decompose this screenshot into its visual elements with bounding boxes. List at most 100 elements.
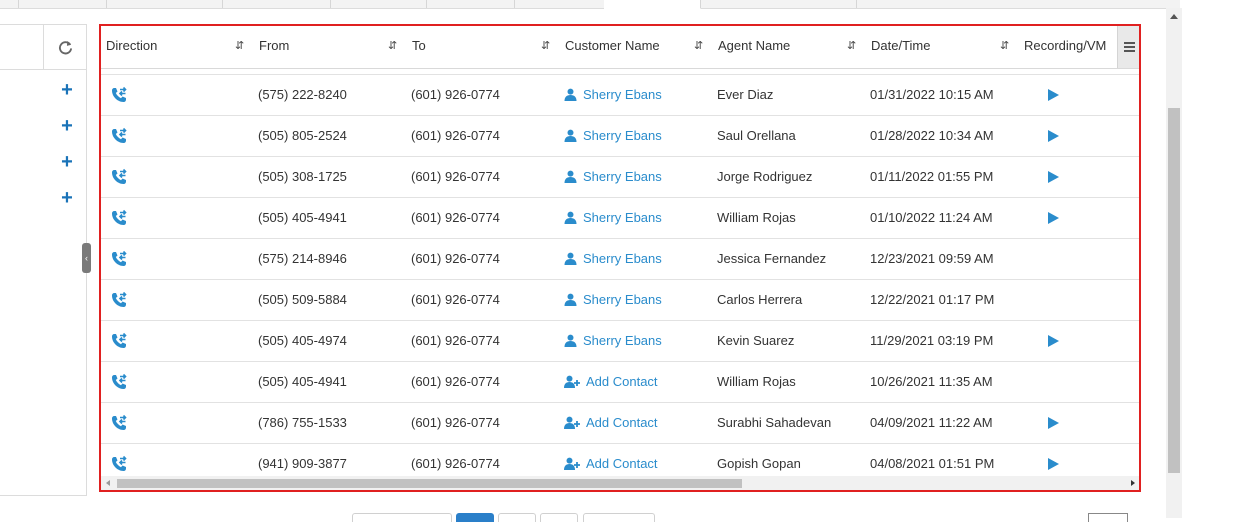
sort-icon[interactable]: ⇵ xyxy=(388,26,397,66)
tab-active[interactable] xyxy=(604,0,701,9)
column-header-agent-name[interactable]: Agent Name ⇵ xyxy=(713,26,866,68)
column-header-direction[interactable]: Direction ⇵ xyxy=(101,26,254,68)
agent-name-cell: Jessica Fernandez xyxy=(717,251,827,266)
to-cell: (601) 926-0774 xyxy=(411,210,500,225)
date-time-cell: 12/23/2021 09:59 AM xyxy=(870,251,994,266)
play-recording-icon[interactable] xyxy=(1048,212,1059,224)
table-row[interactable]: (505) 405-4941 (601) 926-0774 Add Contact W… xyxy=(101,361,1139,402)
add-button[interactable]: + xyxy=(57,188,77,208)
column-label: Date/Time xyxy=(871,38,931,53)
outgoing-call-icon xyxy=(109,290,129,310)
agent-name-cell: Surabhi Sahadevan xyxy=(717,415,832,430)
play-recording-icon[interactable] xyxy=(1048,130,1059,142)
scroll-up-arrow-icon[interactable] xyxy=(1170,14,1178,19)
sort-icon[interactable]: ⇵ xyxy=(235,26,244,66)
call-history-grid: Direction ⇵ From ⇵ To ⇵ Customer Name ⇵ … xyxy=(99,24,1141,492)
play-recording-icon[interactable] xyxy=(1048,335,1059,347)
sort-icon[interactable]: ⇵ xyxy=(1000,26,1009,66)
contact-icon xyxy=(564,87,583,102)
contact-icon xyxy=(564,251,583,266)
column-menu-button[interactable] xyxy=(1117,26,1139,68)
column-label: From xyxy=(259,38,290,53)
customer-name: Sherry Ebans xyxy=(583,169,662,184)
date-time-cell: 04/09/2021 11:22 AM xyxy=(870,415,993,430)
tab[interactable] xyxy=(18,0,107,8)
table-row[interactable]: (505) 805-2524 (601) 926-0774 Sherry Ebans… xyxy=(101,115,1139,156)
tab-strip xyxy=(0,0,1180,9)
contact-icon xyxy=(564,333,583,348)
horizontal-scrollbar[interactable] xyxy=(101,476,1139,490)
column-label: To xyxy=(412,38,426,53)
customer-name-link[interactable]: Sherry Ebans xyxy=(564,198,662,238)
left-panel: + + + + xyxy=(0,24,87,496)
column-label: Direction xyxy=(106,38,158,53)
agent-name-cell: Jorge Rodriguez xyxy=(717,169,813,184)
column-header-recording-vm[interactable]: Recording/VM xyxy=(1019,26,1117,68)
horizontal-scrollbar-thumb[interactable] xyxy=(117,479,742,488)
to-cell: (601) 926-0774 xyxy=(411,169,500,184)
from-cell: (505) 509-5884 xyxy=(258,292,347,307)
sort-icon[interactable]: ⇵ xyxy=(847,26,856,66)
date-time-cell: 01/28/2022 10:34 AM xyxy=(870,128,994,143)
customer-name: Sherry Ebans xyxy=(583,87,662,102)
agent-name-cell: Carlos Herrera xyxy=(717,292,803,307)
outgoing-call-icon xyxy=(109,454,129,474)
table-row[interactable]: (786) 755-1533 (601) 926-0774 Add Contact S… xyxy=(101,402,1139,443)
column-label: Agent Name xyxy=(718,38,791,53)
add-contact-icon xyxy=(564,456,586,471)
table-row[interactable]: (575) 214-8946 (601) 926-0774 Sherry Ebans… xyxy=(101,238,1139,279)
date-time-cell: 01/31/2022 10:15 AM xyxy=(870,87,994,102)
play-recording-icon[interactable] xyxy=(1048,417,1059,429)
outgoing-call-icon xyxy=(109,372,129,392)
column-header-customer-name[interactable]: Customer Name ⇵ xyxy=(560,26,713,68)
customer-name-link[interactable]: Sherry Ebans xyxy=(564,239,662,279)
add-button[interactable]: + xyxy=(57,152,77,172)
play-recording-icon[interactable] xyxy=(1048,89,1059,101)
tab[interactable] xyxy=(0,0,19,8)
column-header-to[interactable]: To ⇵ xyxy=(407,26,560,68)
table-row[interactable]: (505) 509-5884 (601) 926-0774 Sherry Ebans… xyxy=(101,279,1139,320)
agent-name-cell: Saul Orellana xyxy=(717,128,796,143)
to-cell: (601) 926-0774 xyxy=(411,251,500,266)
tab[interactable] xyxy=(514,0,605,8)
page-scrollbar-thumb[interactable] xyxy=(1168,108,1180,473)
customer-name-link[interactable]: Sherry Ebans xyxy=(564,280,662,320)
customer-name: Add Contact xyxy=(586,374,658,389)
refresh-button[interactable] xyxy=(43,25,86,69)
contact-icon xyxy=(564,210,583,225)
collapse-panel-button[interactable]: ‹ xyxy=(82,243,91,273)
add-contact-icon xyxy=(564,415,586,430)
tab[interactable] xyxy=(330,0,427,8)
scroll-left-arrow-icon[interactable] xyxy=(106,480,110,486)
to-cell: (601) 926-0774 xyxy=(411,333,500,348)
add-button[interactable]: + xyxy=(57,116,77,136)
tab[interactable] xyxy=(106,0,223,8)
customer-name-link[interactable]: Sherry Ebans xyxy=(564,321,662,361)
column-header-from[interactable]: From ⇵ xyxy=(254,26,407,68)
table-row[interactable]: (575) 222-8240 (601) 926-0774 Sherry Ebans… xyxy=(101,74,1139,115)
customer-name-link[interactable]: Sherry Ebans xyxy=(564,157,662,197)
add-contact-link[interactable]: Add Contact xyxy=(564,362,658,402)
add-button[interactable]: + xyxy=(57,80,77,100)
play-recording-icon[interactable] xyxy=(1048,458,1059,470)
customer-name-link[interactable]: Sherry Ebans xyxy=(564,116,662,156)
column-header-date-time[interactable]: Date/Time ⇵ xyxy=(866,26,1019,68)
table-row[interactable]: (505) 308-1725 (601) 926-0774 Sherry Ebans… xyxy=(101,156,1139,197)
tab[interactable] xyxy=(222,0,331,8)
date-time-cell: 12/22/2021 01:17 PM xyxy=(870,292,995,307)
sort-icon[interactable]: ⇵ xyxy=(694,26,703,66)
table-row[interactable]: (505) 405-4974 (601) 926-0774 Sherry Ebans… xyxy=(101,320,1139,361)
from-cell: (505) 405-4941 xyxy=(258,374,347,389)
agent-name-cell: Kevin Suarez xyxy=(717,333,795,348)
add-contact-link[interactable]: Add Contact xyxy=(564,403,658,443)
customer-name-link[interactable]: Sherry Ebans xyxy=(564,75,662,115)
sort-icon[interactable]: ⇵ xyxy=(541,26,550,66)
tab[interactable] xyxy=(426,0,515,8)
page-scrollbar[interactable] xyxy=(1166,8,1182,518)
scroll-right-arrow-icon[interactable] xyxy=(1131,480,1135,486)
refresh-icon xyxy=(58,40,72,54)
tab[interactable] xyxy=(700,0,857,8)
date-time-cell: 10/26/2021 11:35 AM xyxy=(870,374,993,389)
play-recording-icon[interactable] xyxy=(1048,171,1059,183)
table-row[interactable]: (505) 405-4941 (601) 926-0774 Sherry Ebans… xyxy=(101,197,1139,238)
